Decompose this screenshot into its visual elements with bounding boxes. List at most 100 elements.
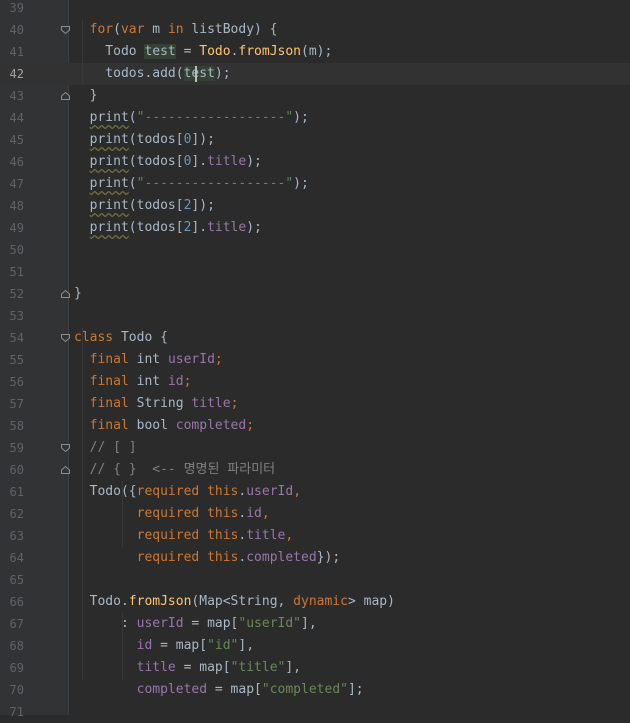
- code-token: id: [136, 638, 153, 653]
- code-line-44[interactable]: 44 print("------------------");: [0, 107, 630, 129]
- code-token: = map[: [152, 638, 208, 653]
- code-token: listBody) {: [183, 22, 278, 37]
- line-number: 62: [9, 507, 24, 521]
- code-line-66[interactable]: 66 Todo.fromJson(Map<String, dynamic> ma…: [0, 591, 630, 613]
- code-editor[interactable]: 39 40 for(var m in listBody) {41 Todo tes…: [0, 0, 630, 719]
- line-number: 67: [9, 617, 24, 631]
- code-token: "id": [207, 638, 239, 653]
- code-token: id: [246, 506, 262, 521]
- code-line-58[interactable]: 58 final bool completed;: [0, 415, 630, 437]
- code-line-52[interactable]: 52}: [0, 283, 630, 305]
- code-token: int: [128, 352, 168, 367]
- fold-close-icon[interactable]: [61, 466, 70, 474]
- code-text: required this.completed});: [74, 547, 341, 569]
- fold-open-icon[interactable]: [61, 334, 70, 342]
- line-number: 61: [9, 485, 24, 499]
- code-token: final: [89, 396, 129, 411]
- code-text: required this.title,: [74, 525, 294, 547]
- code-line-55[interactable]: 55 final int userId;: [0, 349, 630, 371]
- code-token: title: [191, 396, 231, 411]
- code-line-47[interactable]: 47 print("------------------");: [0, 173, 630, 195]
- code-line-62[interactable]: 62 required this.id,: [0, 503, 630, 525]
- code-line-70[interactable]: 70 completed = map["completed"];: [0, 679, 630, 701]
- code-line-39[interactable]: 39: [0, 0, 630, 19]
- code-line-65[interactable]: 65: [0, 569, 630, 591]
- code-token: ],: [238, 638, 255, 653]
- code-line-64[interactable]: 64 required this.completed});: [0, 547, 630, 569]
- code-token: = map[: [175, 660, 231, 675]
- code-token: (: [128, 110, 137, 125]
- code-token: completed: [246, 550, 317, 565]
- code-line-54[interactable]: 54 class Todo {: [0, 327, 630, 349]
- code-token: ].: [191, 220, 208, 235]
- code-token: = map[: [183, 616, 239, 631]
- code-token: userId: [136, 616, 184, 631]
- code-token: dynamic: [293, 594, 348, 609]
- line-number: 46: [9, 155, 24, 169]
- code-text: }: [74, 283, 82, 305]
- fold-close-icon[interactable]: [61, 290, 70, 298]
- fold-open-icon[interactable]: [61, 26, 70, 34]
- code-token: 파라미터: [227, 462, 276, 477]
- line-number: 54: [9, 331, 24, 345]
- code-line-42[interactable]: 42 todos.add(test);: [0, 63, 630, 85]
- line-number: 60: [9, 463, 24, 477]
- line-number: 56: [9, 375, 24, 389]
- code-token: "------------------": [136, 176, 294, 191]
- code-line-46[interactable]: 46 print(todos[0].title);: [0, 151, 630, 173]
- code-line-51[interactable]: 51: [0, 261, 630, 283]
- code-line-59[interactable]: 59 // [ ]: [0, 437, 630, 459]
- code-token: "------------------": [136, 110, 294, 125]
- line-number: 71: [9, 705, 24, 719]
- code-token: final: [89, 374, 129, 389]
- code-line-40[interactable]: 40 for(var m in listBody) {: [0, 19, 630, 41]
- code-token: );: [293, 176, 309, 191]
- fold-open-icon[interactable]: [61, 444, 70, 452]
- code-token: required: [136, 506, 200, 521]
- code-line-50[interactable]: 50: [0, 239, 630, 261]
- code-token: print: [89, 154, 129, 169]
- code-token: "completed": [261, 682, 348, 697]
- code-line-67[interactable]: 67 : userId = map["userId"],: [0, 613, 630, 635]
- code-token: Todo: [199, 44, 231, 59]
- code-line-41[interactable]: 41 Todo test = Todo.fromJson(m);: [0, 41, 630, 63]
- code-line-53[interactable]: 53: [0, 305, 630, 327]
- code-text: print(todos[0]);: [74, 129, 215, 151]
- code-line-60[interactable]: 60 // { } <-- 명명된 파라미터: [0, 459, 630, 481]
- code-text: print(todos[0].title);: [74, 151, 262, 173]
- code-token: =: [175, 44, 200, 59]
- code-line-56[interactable]: 56 final int id;: [0, 371, 630, 393]
- code-token: this: [207, 528, 239, 543]
- code-token: print: [89, 198, 129, 213]
- code-text: id = map["id"],: [74, 635, 254, 657]
- code-token: test: [144, 44, 176, 59]
- code-token: :: [74, 616, 137, 631]
- code-line-45[interactable]: 45 print(todos[0]);: [0, 129, 630, 151]
- code-line-57[interactable]: 57 final String title;: [0, 393, 630, 415]
- indent-guide: [82, 19, 83, 85]
- code-token: this: [207, 550, 239, 565]
- code-line-69[interactable]: 69 title = map["title"],: [0, 657, 630, 679]
- code-line-48[interactable]: 48 print(todos[2]);: [0, 195, 630, 217]
- code-token: // [ ]: [74, 440, 137, 455]
- code-line-49[interactable]: 49 print(todos[2].title);: [0, 217, 630, 239]
- code-line-61[interactable]: 61 Todo({required this.userId,: [0, 481, 630, 503]
- code-line-43[interactable]: 43 }: [0, 85, 630, 107]
- code-line-68[interactable]: 68 id = map["id"],: [0, 635, 630, 657]
- code-text: title = map["title"],: [74, 657, 301, 679]
- code-text: // { } <-- 명명된 파라미터: [74, 459, 275, 481]
- code-token: ,: [285, 528, 294, 543]
- code-line-71[interactable]: 71: [0, 701, 630, 723]
- fold-close-icon[interactable]: [61, 92, 70, 100]
- code-token: m: [144, 22, 168, 37]
- code-token: "userId": [238, 616, 302, 631]
- code-line-63[interactable]: 63 required this.title,: [0, 525, 630, 547]
